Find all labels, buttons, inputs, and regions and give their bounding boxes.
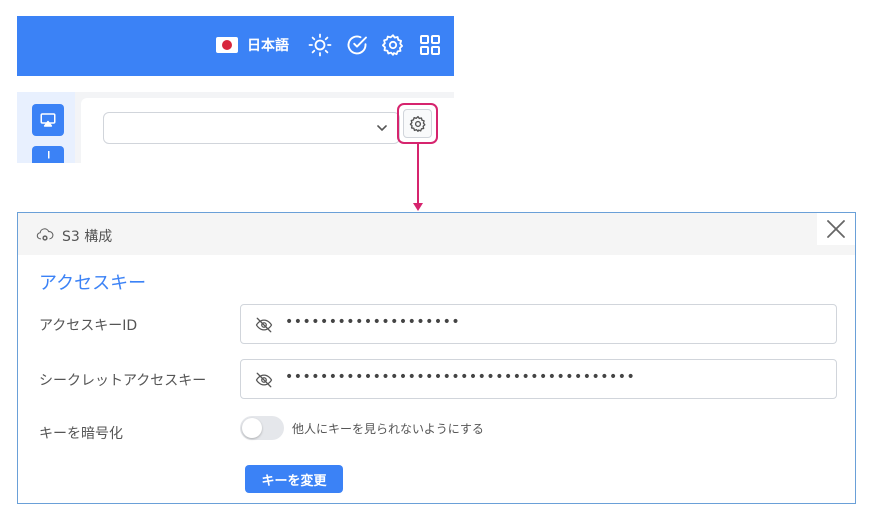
chart-icon: [48, 151, 50, 159]
flag-japan-icon: [216, 37, 238, 53]
access-key-field[interactable]: ••••••••••••••••••••: [240, 304, 837, 344]
sidebar: [17, 92, 75, 163]
language-label: 日本語: [247, 38, 289, 54]
toggle-knob: [242, 418, 262, 438]
encrypt-toggle[interactable]: [240, 416, 284, 440]
settings-button[interactable]: [403, 109, 432, 138]
dialog-title: S3 構成: [62, 229, 113, 245]
airplay-icon: [40, 113, 56, 127]
dialog-header: S3 構成: [18, 213, 855, 255]
access-key-value: ••••••••••••••••••••: [285, 314, 461, 330]
secret-key-field[interactable]: ••••••••••••••••••••••••••••••••••••••••: [240, 359, 837, 399]
sidebar-item-chart[interactable]: [32, 146, 64, 163]
sun-icon[interactable]: [308, 33, 332, 57]
chevron-down-icon: [377, 125, 387, 132]
section-title: アクセスキー: [39, 273, 147, 294]
grid-icon[interactable]: [418, 33, 442, 57]
check-circle-icon[interactable]: [345, 33, 369, 57]
language-selector[interactable]: 日本語: [216, 35, 289, 55]
config-select[interactable]: [103, 112, 400, 144]
secret-key-value: ••••••••••••••••••••••••••••••••••••••••: [285, 369, 636, 385]
gear-icon[interactable]: [381, 33, 405, 57]
close-icon: [827, 220, 845, 238]
callout-arrow-head: [413, 203, 423, 211]
cloud-gear-icon: [36, 228, 54, 241]
access-key-label: アクセスキーID: [39, 318, 138, 334]
s3-config-dialog: S3 構成 アクセスキー アクセスキーID ••••••••••••••••••…: [17, 212, 856, 504]
change-key-button[interactable]: キーを変更: [245, 465, 343, 493]
dialog-close-button[interactable]: [817, 213, 855, 245]
secret-key-label: シークレットアクセスキー: [39, 373, 207, 389]
eye-off-icon[interactable]: [255, 316, 273, 334]
screenshot-canvas: 日本語 S3 構成 アクセスキー アクセスキーID ••••••••••••••…: [0, 0, 873, 520]
gear-icon: [409, 115, 425, 132]
encrypt-label: キーを暗号化: [39, 426, 123, 442]
top-app-bar: 日本語: [17, 16, 454, 76]
sidebar-item-airplay[interactable]: [32, 104, 64, 136]
callout-arrow-line: [417, 144, 419, 205]
eye-off-icon[interactable]: [255, 371, 273, 389]
encrypt-toggle-label: 他人にキーを見られないようにする: [292, 422, 484, 436]
